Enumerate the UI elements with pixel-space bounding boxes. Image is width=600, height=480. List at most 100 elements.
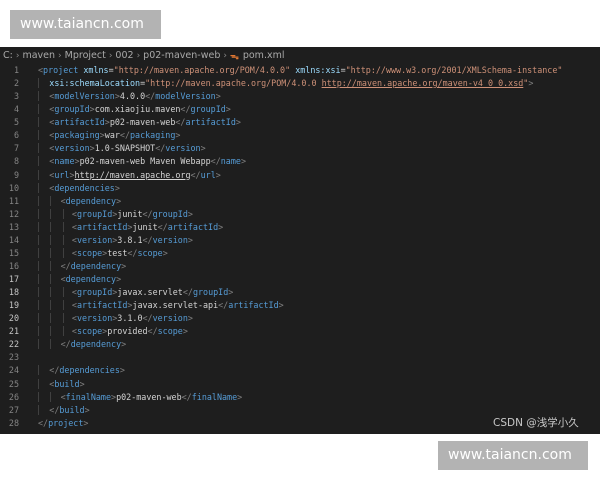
code-token: provided: [107, 326, 148, 337]
indent-guide: [62, 300, 64, 311]
code-line-content: <version>1.0-SNAPSHOT</version>: [38, 142, 206, 155]
code-line-content: </dependency>: [38, 338, 126, 351]
code-token: >: [237, 391, 243, 402]
code-line-content: </build>: [38, 404, 90, 417]
indent-guide: [50, 221, 52, 232]
code-line[interactable]: 4 <groupId>com.xiaojiu.maven</groupId>: [0, 103, 600, 116]
indent-guide: [38, 117, 39, 128]
code-token: </: [155, 143, 166, 154]
code-token: >: [116, 274, 122, 284]
code-line[interactable]: 24 </dependencies>: [0, 364, 600, 377]
chevron-right-icon: ›: [15, 50, 20, 61]
code-line-content: <dependency>: [38, 273, 121, 286]
code-token: >: [215, 91, 221, 102]
code-line[interactable]: 26 <finalName>p02-maven-web</finalName>: [0, 391, 600, 404]
code-token: 3.1.0: [117, 313, 143, 324]
code-line[interactable]: 22 </dependency>: [0, 338, 600, 351]
code-token: >: [240, 156, 246, 167]
breadcrumb-item-002[interactable]: 002: [115, 50, 133, 61]
code-token: >: [182, 326, 188, 337]
code-line[interactable]: 2 xsi:schemaLocation="http://maven.apache…: [0, 77, 600, 90]
indent-guide: [62, 221, 64, 232]
indent-guide: [50, 339, 52, 350]
code-token: >: [121, 260, 127, 271]
code-line[interactable]: 23: [0, 351, 600, 364]
code-token: >: [235, 117, 241, 128]
code-text: <finalName>p02-maven-web</finalName>: [61, 391, 243, 404]
code-line[interactable]: 15 <scope>test</scope>: [0, 247, 600, 260]
code-token: build: [54, 378, 80, 389]
code-line[interactable]: 1 <project xmlns="http://maven.apache.org…: [0, 64, 600, 77]
code-token: "http://maven.apache.org/POM/4.0.0: [145, 78, 322, 89]
watermark-top: www.taiancn.com: [10, 10, 161, 39]
code-line[interactable]: 9 <url>http://maven.apache.org</url>: [0, 169, 600, 182]
code-text: <scope>test</scope>: [72, 247, 168, 260]
code-line[interactable]: 10 <dependencies>: [0, 182, 600, 195]
code-line[interactable]: 19 <artifactId>javax.servlet-api</artifac…: [0, 299, 600, 312]
code-line-content: <dependencies>: [38, 182, 120, 195]
indent-guide: [38, 313, 39, 324]
code-text: </project>: [38, 417, 88, 430]
code-line[interactable]: 5 <artifactId>p02-maven-web</artifactId>: [0, 116, 600, 129]
indent-guide: [38, 91, 39, 102]
code-token: artifactId: [185, 117, 236, 128]
line-number: 25: [8, 378, 19, 389]
indent-guide: [38, 143, 39, 154]
code-line[interactable]: 21 <scope>provided</scope>: [0, 325, 600, 338]
code-token: scope: [76, 247, 103, 258]
breadcrumb-item-maven[interactable]: maven: [22, 50, 55, 61]
code-line[interactable]: 17 <dependency>: [0, 273, 600, 286]
code-line-content: <finalName>p02-maven-web</finalName>: [38, 391, 242, 404]
chevron-right-icon: ›: [108, 50, 113, 61]
code-token: scope: [137, 247, 163, 258]
code-line-content: <version>3.1.0</version>: [38, 312, 193, 325]
code-line[interactable]: 18 <groupId>javax.servlet</groupId>: [0, 286, 600, 299]
breadcrumb-item-mproject[interactable]: Mproject: [65, 50, 106, 61]
indent-guide: [38, 130, 39, 141]
code-line[interactable]: 6 <packaging>war</packaging>: [0, 129, 600, 142]
indent-guide: [62, 287, 64, 298]
code-token: build: [59, 404, 85, 415]
code-line-content: <groupId>junit</groupId>: [38, 208, 193, 221]
code-line[interactable]: 7 <version>1.0-SNAPSHOT</version>: [0, 142, 600, 155]
code-line[interactable]: 25 <build>: [0, 378, 600, 391]
breadcrumb-item-project[interactable]: p02-maven-web: [143, 50, 220, 61]
line-number: 18: [8, 287, 19, 298]
code-line[interactable]: 3 <modelVersion>4.0.0</modelVersion>: [0, 90, 600, 103]
code-text: <groupId>com.xiaojiu.maven</groupId>: [49, 103, 231, 116]
code-token: xsi:schemaLocation: [49, 78, 141, 89]
code-token: war: [104, 130, 120, 141]
code-token: modelVersion: [155, 91, 216, 102]
line-number: 14: [8, 234, 19, 245]
code-token: dependency: [70, 339, 122, 350]
code-editor[interactable]: C: › maven › Mproject › 002 › p02-maven-…: [0, 47, 600, 434]
breadcrumb-item-drive[interactable]: C:: [3, 50, 13, 61]
code-line-content: <url>http://maven.apache.org</url>: [38, 169, 221, 182]
code-text: <version>3.1.0</version>: [72, 312, 193, 325]
code-text: </dependency>: [61, 260, 127, 273]
code-line[interactable]: 16 </dependency>: [0, 260, 600, 273]
code-line[interactable]: 14 <version>3.8.1</version>: [0, 234, 600, 247]
code-line[interactable]: 11 <dependency>: [0, 195, 600, 208]
breadcrumb-item-file[interactable]: pom.xml: [243, 50, 285, 61]
code-token: </: [142, 234, 153, 245]
chevron-right-icon: ›: [58, 50, 62, 61]
indent-guide: [38, 326, 39, 337]
code-token: >: [69, 169, 75, 180]
indent-guide: [38, 339, 39, 350]
code-token: >: [89, 143, 95, 154]
code-line[interactable]: 12 <groupId>junit</groupId>: [0, 208, 600, 221]
line-number: 16: [8, 260, 19, 271]
indent-guide: [38, 169, 39, 180]
code-token: p02-maven-web: [116, 391, 182, 402]
breadcrumb: C: › maven › Mproject › 002 › p02-maven-…: [0, 47, 600, 64]
code-token: version: [152, 234, 188, 245]
code-token: </: [210, 156, 221, 167]
code-line[interactable]: 8 <name>p02-maven-web Maven Webapp</name>: [0, 155, 600, 168]
code-line[interactable]: 13 <artifactId>junit</artifactId>: [0, 221, 600, 234]
line-number: 2: [13, 78, 19, 89]
code-token: >: [228, 287, 234, 298]
code-token: xmlns: [83, 65, 109, 75]
code-area[interactable]: 1 <project xmlns="http://maven.apache.org…: [0, 64, 600, 430]
code-line[interactable]: 20 <version>3.1.0</version>: [0, 312, 600, 325]
